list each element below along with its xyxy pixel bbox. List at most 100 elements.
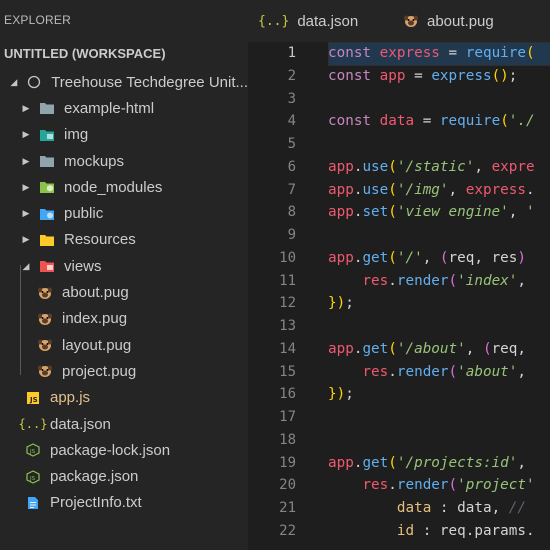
js-file-icon: JS — [24, 390, 42, 406]
chevron-down-icon[interactable]: ◢ — [8, 77, 20, 88]
code-line[interactable]: 5 — [248, 133, 550, 155]
tree-item[interactable]: JS app.js — [0, 385, 248, 411]
code-line[interactable]: 17 — [248, 406, 550, 428]
line-number: 19 — [279, 454, 296, 471]
chevron-right-icon[interactable]: ▶ — [20, 103, 32, 114]
code-token: ( — [448, 363, 458, 380]
tree-item[interactable]: ▶ public — [0, 200, 248, 226]
tree-item[interactable]: ◢ views — [0, 253, 248, 279]
line-number: 13 — [279, 318, 296, 334]
code-token: ( — [448, 477, 458, 494]
tree-item[interactable]: ▶ img — [0, 122, 248, 148]
code-editor[interactable]: 1 const express = require(2 const app = ex… — [248, 42, 550, 550]
code-line[interactable]: 7 app.use('/img', express. — [248, 179, 550, 201]
code-token: ( — [526, 45, 535, 61]
code-token: : data, — [431, 500, 509, 516]
code-token: = — [405, 67, 432, 84]
code-text: data : data, // — [328, 497, 535, 519]
code-token: const — [328, 45, 380, 61]
code-line[interactable]: 2 const app = express(); — [248, 65, 550, 87]
tree-item[interactable]: JS package.json — [0, 463, 248, 489]
code-token: get — [362, 454, 389, 471]
pug-file-icon — [36, 337, 54, 353]
code-text: }); — [328, 292, 354, 314]
code-token: , — [517, 454, 535, 471]
explorer-title: EXPLORER — [4, 13, 71, 27]
tree-item[interactable]: {..} data.json — [0, 411, 248, 437]
code-token: get — [362, 249, 389, 266]
code-line[interactable]: 1 const express = require( — [248, 42, 550, 64]
code-token: ; — [345, 295, 354, 312]
code-line[interactable]: 15 res.render('about', — [248, 361, 550, 383]
chevron-right-icon[interactable]: ▶ — [20, 182, 32, 193]
code-token: '/projects:id' — [396, 454, 518, 471]
code-token: ( — [388, 204, 397, 221]
code-line[interactable]: 20 res.render('project' — [248, 474, 550, 496]
code-text: app.get('/projects:id', — [328, 452, 535, 474]
code-line[interactable]: 21 data : data, // — [248, 497, 550, 519]
chevron-right-icon[interactable]: ▶ — [20, 234, 32, 245]
tree-item[interactable]: ▶ example-html — [0, 95, 248, 121]
code-token: '/' — [396, 249, 423, 266]
code-line[interactable]: 13 — [248, 315, 550, 337]
code-line[interactable]: 19 app.get('/projects:id', — [248, 452, 550, 474]
chevron-right-icon[interactable]: ▶ — [20, 208, 32, 219]
code-token: ) — [336, 295, 346, 312]
code-token: '/static' — [396, 158, 475, 175]
code-token: use — [362, 181, 389, 198]
code-token: . — [526, 181, 535, 198]
code-token: res — [362, 272, 389, 289]
code-text: const express = require( — [328, 42, 535, 64]
chevron-right-icon[interactable]: ▶ — [20, 129, 32, 140]
tree-item[interactable]: ▶ node_modules — [0, 174, 248, 200]
code-line[interactable]: 11 res.render('index', — [248, 270, 550, 292]
code-token: render — [396, 272, 449, 289]
code-line[interactable]: 10 app.get('/', (req, res) — [248, 247, 550, 269]
tree-item[interactable]: about.pug — [0, 279, 248, 305]
tree-item[interactable]: layout.pug — [0, 332, 248, 358]
chevron-right-icon[interactable]: ▶ — [20, 156, 32, 167]
tree-item[interactable]: ▶ mockups — [0, 148, 248, 174]
code-token: . — [388, 272, 397, 289]
tree-item[interactable]: JS package-lock.json — [0, 437, 248, 463]
tree-item-label: example-html — [64, 99, 155, 117]
code-line[interactable]: 12}); — [248, 292, 550, 314]
tree-item[interactable]: ▶ Resources — [0, 227, 248, 253]
code-line[interactable]: 9 — [248, 224, 550, 246]
code-line[interactable]: 22 id : req.params. — [248, 520, 550, 542]
line-number: 1 — [287, 45, 296, 61]
tree-item-label: project.pug — [62, 362, 137, 380]
code-token: = — [414, 113, 440, 130]
tree-item[interactable]: ◢ Treehouse Techdegree Unit... — [0, 69, 248, 95]
npm-file-icon: JS — [24, 442, 42, 458]
tree-item-label: mockups — [64, 152, 125, 170]
code-line[interactable]: 18 — [248, 429, 550, 451]
tree-item[interactable]: index.pug — [0, 306, 248, 332]
code-line[interactable]: 4 const data = require('./ — [248, 110, 550, 132]
code-line[interactable]: 14 app.get('/about', (req, — [248, 338, 550, 360]
code-line[interactable]: 8 app.set('view engine', ' — [248, 201, 550, 223]
tab-about-pug[interactable]: about.pug — [403, 0, 494, 42]
code-token: app — [328, 340, 354, 357]
code-token: = — [439, 45, 466, 61]
tree-item-label: views — [64, 257, 102, 275]
line-number: 7 — [287, 181, 296, 198]
code-text: id : req.params. — [328, 520, 535, 542]
workspace-title[interactable]: UNTITLED (WORKSPACE) — [4, 46, 166, 61]
code-token: id — [396, 522, 415, 539]
code-line[interactable]: 6 app.use('/static', expre — [248, 156, 550, 178]
chevron-down-icon[interactable]: ◢ — [20, 261, 32, 272]
code-line[interactable]: 3 — [248, 88, 550, 110]
code-token: ( — [439, 249, 449, 266]
tree-item[interactable]: project.pug — [0, 358, 248, 384]
code-token: express — [379, 45, 440, 61]
tree-item[interactable]: ProjectInfo.txt — [0, 490, 248, 516]
code-line[interactable]: 16}); — [248, 383, 550, 405]
code-token: ( — [482, 340, 492, 357]
tab-data-json[interactable]: {..} data.json — [258, 0, 358, 42]
code-text: res.render('index', — [328, 270, 535, 292]
pug-file-icon — [36, 311, 54, 327]
